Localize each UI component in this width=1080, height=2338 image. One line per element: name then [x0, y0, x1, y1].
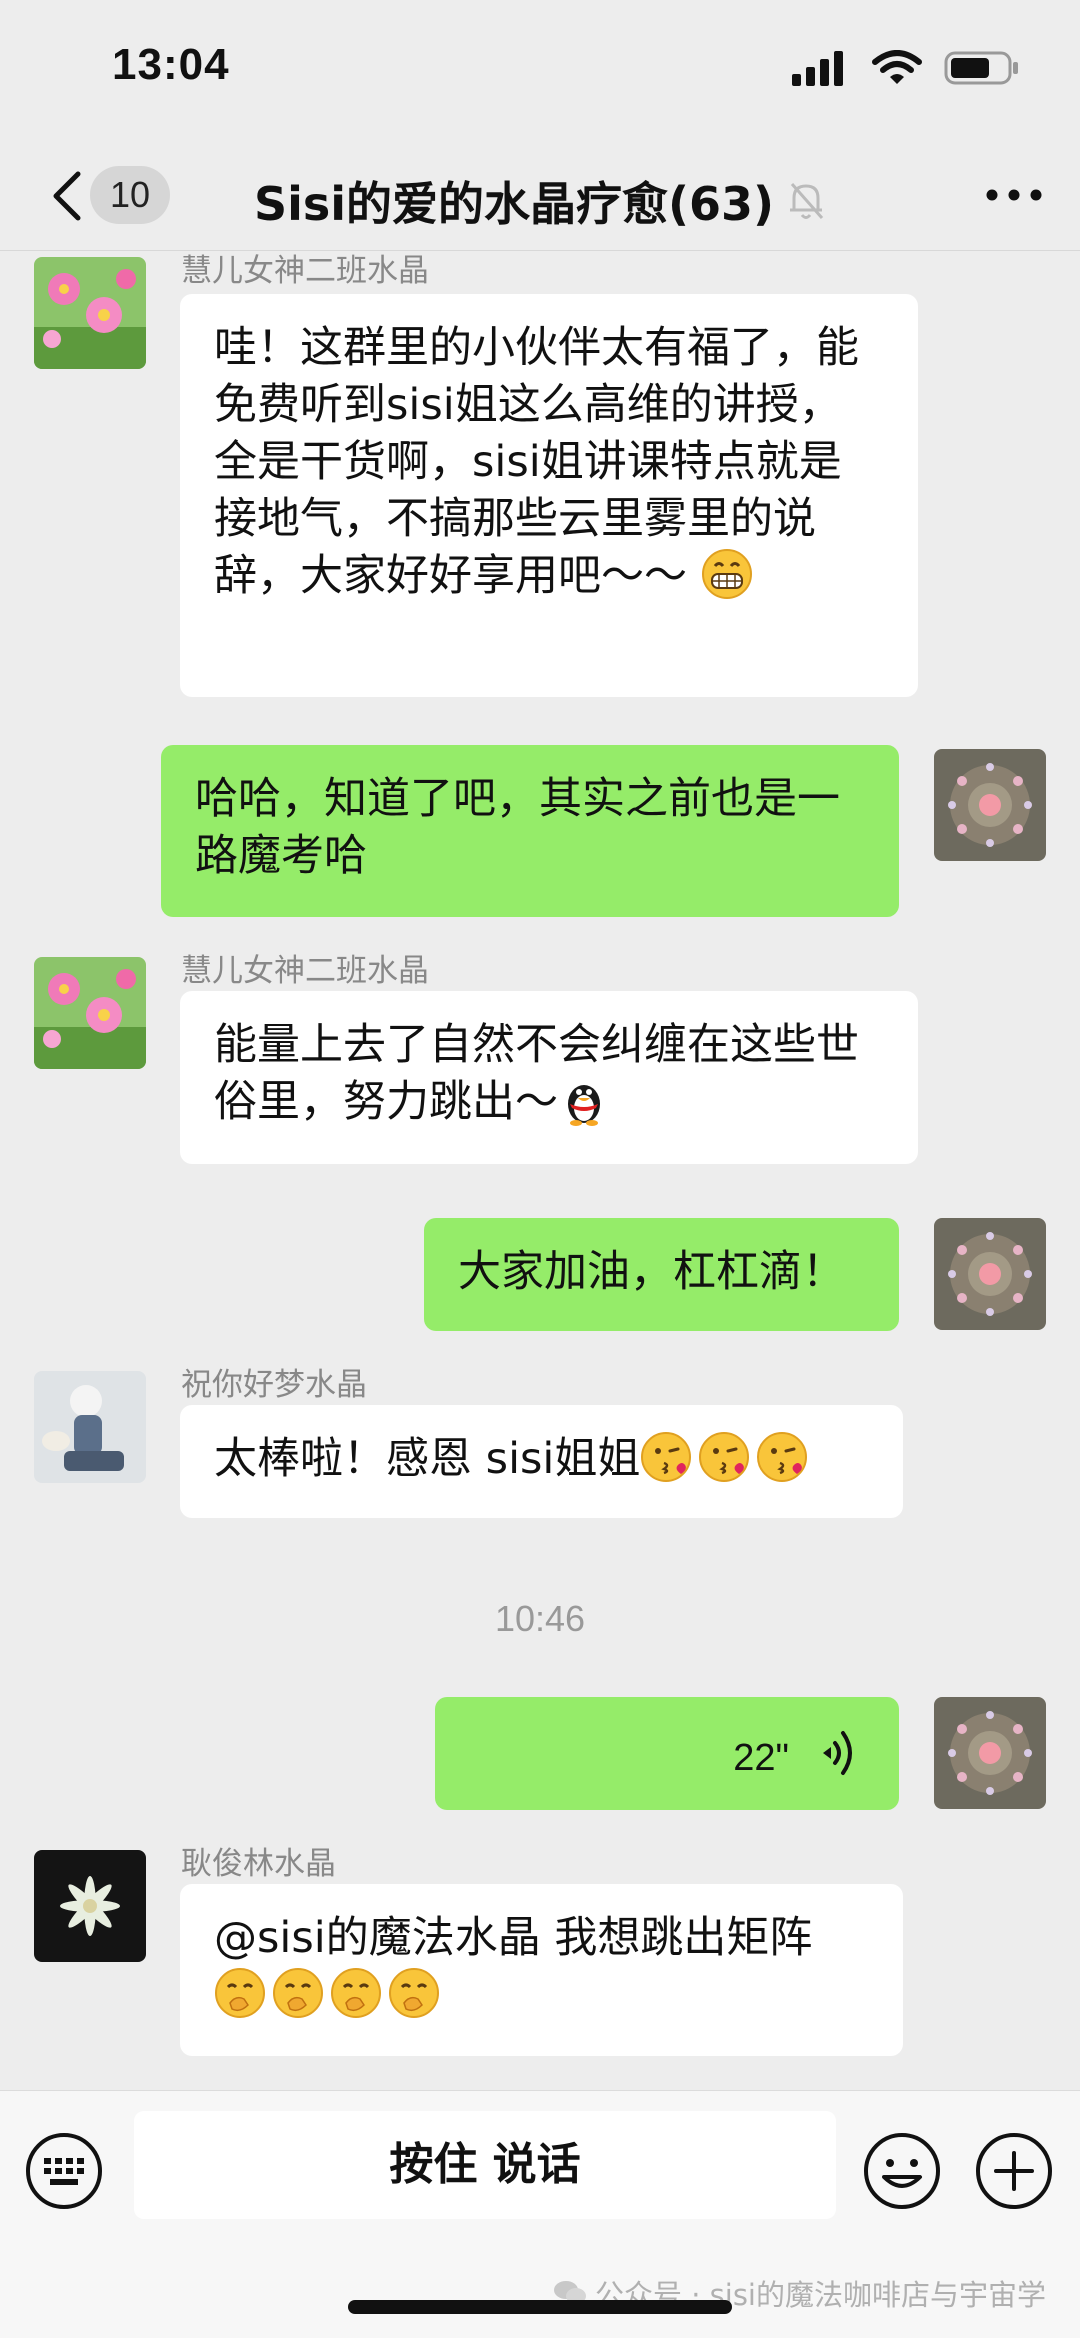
keyboard-toggle-button[interactable]: [24, 2131, 104, 2211]
avatar[interactable]: [34, 1371, 146, 1483]
message-bubble[interactable]: 能量上去了自然不会纠缠在这些世俗里，努力跳出～: [180, 991, 918, 1164]
message-text: 太棒啦！感恩 sisi姐姐: [214, 1434, 641, 1484]
smiley-icon: [864, 2133, 940, 2209]
message-bubble[interactable]: 太棒啦！感恩 sisi姐姐: [180, 1405, 903, 1518]
message-text: 哇！这群里的小伙伴太有福了，能免费听到sisi姐这么高维的讲授，全是干货啊，si…: [214, 323, 859, 601]
avatar[interactable]: [934, 1218, 1046, 1330]
chat-title[interactable]: Sisi的爱的水晶疗愈(63): [254, 168, 774, 234]
kiss-face-icon: [641, 1432, 692, 1482]
status-time: 13:04: [112, 40, 230, 89]
message-bubble[interactable]: 哈哈，知道了吧，其实之前也是一路魔考哈: [161, 745, 899, 917]
sender-name: 慧儿女神二班水晶: [181, 953, 429, 989]
message-text: 大家加油，杠杠滴！: [458, 1247, 845, 1297]
avatar[interactable]: [34, 257, 146, 369]
shush-face-icon: [273, 1968, 323, 2018]
avatar[interactable]: [934, 1697, 1046, 1809]
hold-to-talk-button[interactable]: 按住 说话: [134, 2111, 836, 2219]
mute-bell-icon: [790, 183, 824, 219]
avatar[interactable]: [34, 957, 146, 1069]
avatar[interactable]: [34, 1850, 146, 1962]
battery-icon: [944, 51, 1018, 85]
message-bubble[interactable]: 大家加油，杠杠滴！: [424, 1218, 899, 1331]
sender-name: 慧儿女神二班水晶: [181, 253, 429, 289]
grin-face-icon: [701, 549, 752, 599]
cellular-signal-icon: [792, 51, 843, 86]
more-dots-icon: [986, 189, 1042, 201]
chat-header: 10 Sisi的爱的水晶疗愈(63): [0, 140, 1080, 251]
plus-circle-icon: [976, 2133, 1052, 2209]
keyboard-icon: [26, 2133, 102, 2209]
sender-name: 耿俊林水晶: [181, 1846, 336, 1882]
message-bubble[interactable]: 哇！这群里的小伙伴太有福了，能免费听到sisi姐这么高维的讲授，全是干货啊，si…: [180, 294, 918, 697]
shush-face-icon: [331, 1968, 381, 2018]
voice-message-bubble[interactable]: 22": [435, 1697, 899, 1810]
message-text: 能量上去了自然不会纠缠在这些世俗里，努力跳出～: [214, 1020, 859, 1127]
more-actions-button[interactable]: [974, 2131, 1054, 2211]
chat-message-list[interactable]: 慧儿女神二班水晶 哇！这群里的小伙伴太有福了，能免费听到sisi姐这么高维的讲授…: [0, 251, 1080, 2091]
status-icons: [790, 50, 1020, 86]
message-text: @sisi的魔法水晶 我想跳出矩阵: [214, 1913, 813, 1963]
more-options-button[interactable]: [984, 170, 1044, 220]
message-timestamp: 10:46: [494, 1598, 586, 1639]
voice-wave-icon: [823, 1731, 852, 1775]
voice-duration: 22": [733, 1737, 789, 1779]
penguin-icon: [568, 1085, 600, 1126]
wifi-icon: [872, 50, 922, 84]
kiss-face-icon: [757, 1432, 808, 1482]
kiss-face-icon: [699, 1432, 750, 1482]
status-bar: 13:04: [0, 0, 1080, 140]
shush-face-icon: [215, 1968, 265, 2018]
message-bubble[interactable]: @sisi的魔法水晶 我想跳出矩阵: [180, 1884, 903, 2056]
shush-face-icon: [389, 1968, 439, 2018]
emoji-button[interactable]: [862, 2131, 942, 2211]
home-indicator[interactable]: [348, 2300, 732, 2314]
avatar[interactable]: [934, 749, 1046, 861]
sender-name: 祝你好梦水晶: [181, 1367, 367, 1403]
message-text: 哈哈，知道了吧，其实之前也是一路魔考哈: [195, 774, 840, 881]
chat-title-wrap: Sisi的爱的水晶疗愈(63): [0, 168, 1080, 234]
